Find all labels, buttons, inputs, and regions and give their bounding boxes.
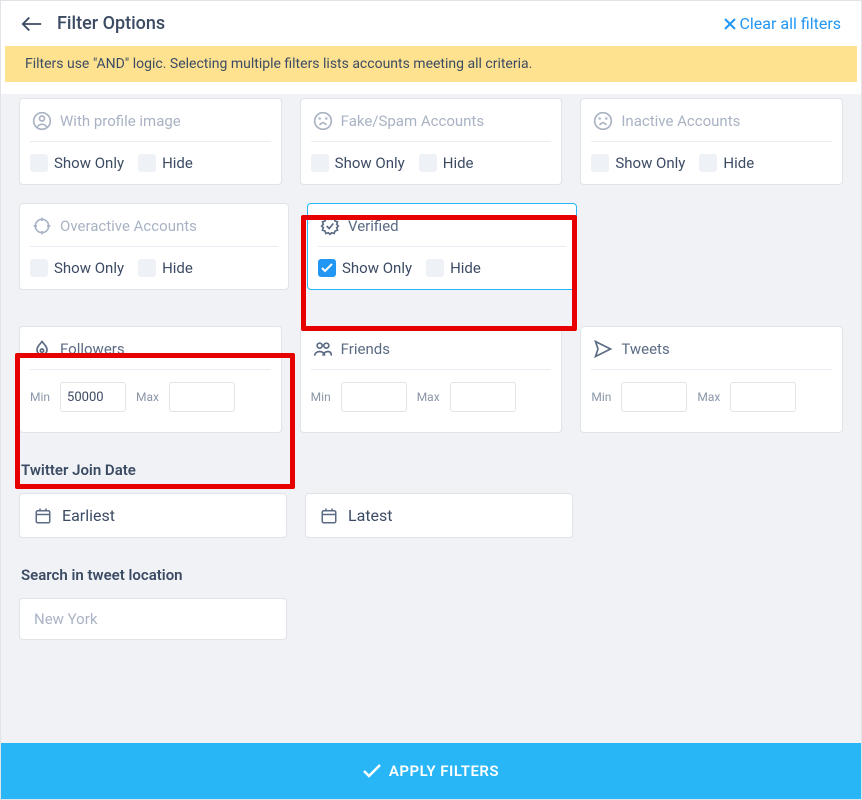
verified-show-only-checkbox[interactable]: Show Only (318, 259, 412, 277)
card-inactive: Inactive Accounts Show Only Hide (580, 98, 843, 185)
card-fake-spam: Fake/Spam Accounts Show Only Hide (300, 98, 563, 185)
content-area: With profile image Show Only Hide Fake/S… (1, 94, 861, 743)
friends-min-label: Min (311, 390, 331, 404)
profile-image-show-only-checkbox[interactable]: Show Only (30, 154, 124, 172)
earliest-date-picker[interactable]: Earliest (19, 493, 287, 538)
card-inactive-label: Inactive Accounts (621, 112, 740, 130)
calendar-icon (34, 507, 52, 525)
inactive-show-only-checkbox[interactable]: Show Only (591, 154, 685, 172)
followers-min-input[interactable] (60, 382, 126, 412)
card-overactive: Overactive Accounts Show Only Hide (19, 203, 289, 290)
location-input[interactable] (19, 598, 287, 640)
card-profile-image-label: With profile image (60, 112, 181, 130)
apply-filters-button[interactable]: APPLY FILTERS (1, 743, 861, 799)
friends-min-input[interactable] (341, 382, 407, 412)
friends-max-label: Max (417, 390, 440, 404)
apply-filters-label: APPLY FILTERS (389, 762, 499, 780)
close-icon (724, 18, 736, 30)
header: Filter Options Clear all filters (1, 1, 861, 46)
card-friends: Friends Min Max (300, 326, 563, 433)
location-section-title: Search in tweet location (21, 566, 843, 584)
calendar-icon (320, 507, 338, 525)
earliest-label: Earliest (62, 506, 115, 525)
verified-icon (320, 216, 340, 236)
followers-label: Followers (60, 340, 125, 358)
profile-image-hide-checkbox[interactable]: Hide (138, 154, 193, 172)
overactive-hide-checkbox[interactable]: Hide (138, 259, 193, 277)
card-fake-spam-label: Fake/Spam Accounts (341, 112, 484, 130)
friends-icon (313, 339, 333, 359)
overactive-show-only-checkbox[interactable]: Show Only (30, 259, 124, 277)
tweets-min-label: Min (591, 390, 611, 404)
info-banner: Filters use "AND" logic. Selecting multi… (5, 46, 857, 82)
tweets-max-label: Max (697, 390, 720, 404)
clear-all-filters-button[interactable]: Clear all filters (724, 14, 842, 33)
followers-max-label: Max (136, 390, 159, 404)
tweets-icon (593, 339, 613, 359)
verified-hide-checkbox[interactable]: Hide (426, 259, 481, 277)
latest-label: Latest (348, 506, 393, 525)
card-verified-label: Verified (348, 217, 399, 235)
join-date-section-title: Twitter Join Date (21, 461, 843, 479)
card-tweets: Tweets Min Max (580, 326, 843, 433)
filter-panel: Filter Options Clear all filters Filters… (0, 0, 862, 800)
clear-all-filters-label: Clear all filters (740, 14, 842, 33)
inactive-hide-checkbox[interactable]: Hide (699, 154, 754, 172)
page-title: Filter Options (57, 13, 165, 34)
fake-spam-hide-checkbox[interactable]: Hide (419, 154, 474, 172)
card-profile-image: With profile image Show Only Hide (19, 98, 282, 185)
card-verified: Verified Show Only Hide (307, 203, 577, 290)
profile-image-icon (32, 111, 52, 131)
inactive-icon (593, 111, 613, 131)
card-overactive-label: Overactive Accounts (60, 217, 197, 235)
sad-face-icon (313, 111, 333, 131)
tweets-min-input[interactable] (621, 382, 687, 412)
tweets-label: Tweets (621, 340, 669, 358)
friends-max-input[interactable] (450, 382, 516, 412)
overactive-icon (32, 216, 52, 236)
friends-label: Friends (341, 340, 390, 358)
followers-min-label: Min (30, 390, 50, 404)
fake-spam-show-only-checkbox[interactable]: Show Only (311, 154, 405, 172)
card-followers: Followers Min Max (19, 326, 282, 433)
tweets-max-input[interactable] (730, 382, 796, 412)
followers-max-input[interactable] (169, 382, 235, 412)
followers-icon (32, 339, 52, 359)
back-arrow-icon[interactable] (21, 16, 43, 32)
check-icon (363, 764, 381, 778)
latest-date-picker[interactable]: Latest (305, 493, 573, 538)
